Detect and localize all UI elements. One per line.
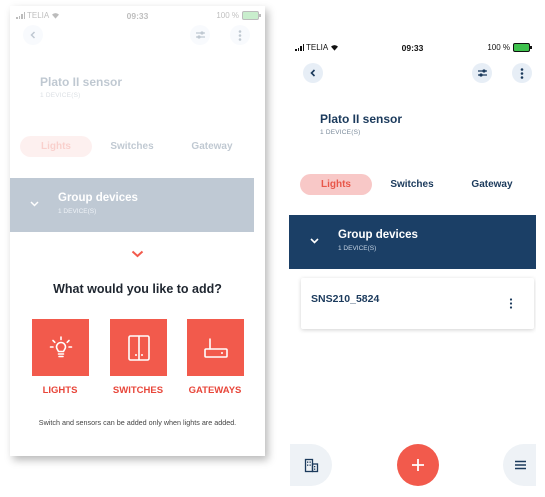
page-title: Plato II sensor bbox=[320, 112, 403, 126]
device-name: SNS210_5824 bbox=[311, 293, 380, 305]
page-subtitle: 1 DEVICE(S) bbox=[320, 129, 361, 136]
gateway-icon bbox=[203, 337, 228, 358]
switch-icon bbox=[127, 334, 150, 361]
collapse-chevron-icon[interactable] bbox=[131, 250, 144, 258]
add-gateways-button[interactable] bbox=[187, 319, 244, 376]
tab-lights[interactable]: Lights bbox=[300, 174, 372, 195]
battery-percent: 100 % bbox=[487, 43, 510, 52]
building-icon bbox=[304, 458, 318, 472]
light-bulb-icon bbox=[49, 335, 72, 357]
tab-switches[interactable]: Switches bbox=[372, 174, 452, 195]
more-options-button[interactable] bbox=[512, 63, 532, 83]
status-bar: TELIA 09:33 100 % bbox=[289, 38, 536, 56]
group-devices-header[interactable]: Group devices 1 DEVICE(S) bbox=[289, 215, 536, 269]
sliders-icon bbox=[477, 69, 487, 77]
plus-icon bbox=[412, 459, 424, 471]
group-subtitle: 1 DEVICE(S) bbox=[338, 245, 377, 252]
device-more-icon[interactable] bbox=[509, 298, 513, 309]
chevron-down-icon bbox=[310, 238, 319, 244]
add-device-screen: TELIA 09:33 100 % Plato II sensor 1 DEVI… bbox=[10, 6, 265, 456]
group-title: Group devices bbox=[338, 229, 418, 241]
device-card[interactable]: SNS210_5824 bbox=[301, 278, 534, 329]
add-fab-button[interactable] bbox=[397, 444, 439, 486]
back-button[interactable] bbox=[303, 63, 323, 83]
group-detail-screen: TELIA 09:33 100 % Plato II sensor 1 DEVI… bbox=[289, 38, 536, 490]
add-switches-label[interactable]: SWITCHES bbox=[98, 385, 178, 396]
add-hint-note: Switch and sensors can be added only whe… bbox=[38, 418, 237, 427]
settings-sliders-button[interactable] bbox=[472, 63, 492, 83]
add-switches-button[interactable] bbox=[110, 319, 167, 376]
modal-backdrop[interactable] bbox=[10, 6, 265, 242]
menu-icon bbox=[514, 460, 526, 470]
battery-icon bbox=[513, 43, 532, 52]
add-gateways-label[interactable]: GATEWAYS bbox=[175, 385, 255, 396]
add-question: What would you like to add? bbox=[53, 282, 222, 296]
more-vertical-icon bbox=[520, 67, 524, 79]
add-lights-button[interactable] bbox=[32, 319, 89, 376]
add-bottom-sheet: What would you like to add? LIGHTS SWITC… bbox=[10, 242, 265, 456]
add-lights-label[interactable]: LIGHTS bbox=[20, 385, 100, 396]
chevron-left-icon bbox=[310, 69, 316, 77]
tab-gateway[interactable]: Gateway bbox=[452, 174, 532, 195]
tab-bar: Lights Switches Gateway bbox=[300, 174, 532, 195]
buildings-button[interactable] bbox=[290, 444, 332, 486]
